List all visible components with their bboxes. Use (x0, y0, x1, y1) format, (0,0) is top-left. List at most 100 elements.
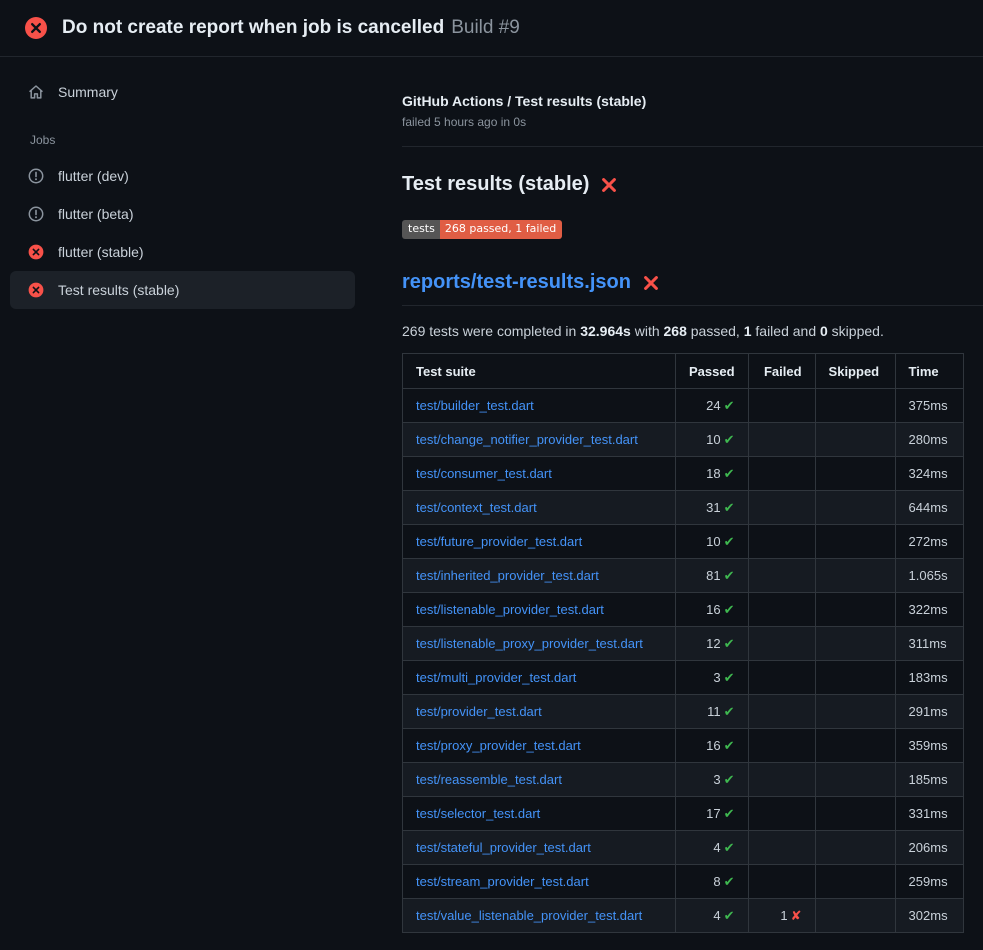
test-suite-link[interactable]: test/reassemble_test.dart (416, 772, 562, 787)
passed-count: 16 (706, 738, 720, 753)
sidebar-job-label: flutter (dev) (58, 168, 129, 184)
cross-icon: ✘ (791, 909, 802, 924)
time-cell: 359ms (895, 729, 963, 763)
test-suite-cell: test/provider_test.dart (403, 695, 676, 729)
sidebar-job-item[interactable]: flutter (stable) (10, 233, 355, 271)
check-icon: ✔ (724, 467, 735, 482)
summary-text: failed and (752, 323, 821, 339)
test-suite-cell: test/stateful_provider_test.dart (403, 831, 676, 865)
jobs-list: flutter (dev) flutter (beta) flutter (stab… (0, 157, 365, 309)
sidebar-job-label: flutter (stable) (58, 244, 144, 260)
section-heading: Test results (stable) (402, 173, 983, 196)
check-icon: ✔ (724, 535, 735, 550)
test-suite-link[interactable]: test/stream_provider_test.dart (416, 874, 589, 889)
passed-count: 4 (713, 840, 720, 855)
jobs-section-label: Jobs (0, 111, 365, 157)
time-cell: 1.065s (895, 559, 963, 593)
table-row: test/consumer_test.dart18✔324ms (403, 457, 964, 491)
time-cell: 311ms (895, 627, 963, 661)
test-suite-cell: test/value_listenable_provider_test.dart (403, 899, 676, 933)
report-heading: reports/test-results.json (402, 271, 983, 306)
test-suite-link[interactable]: test/listenable_provider_test.dart (416, 602, 604, 617)
test-suite-cell: test/inherited_provider_test.dart (403, 559, 676, 593)
test-suite-link[interactable]: test/change_notifier_provider_test.dart (416, 432, 638, 447)
test-suite-link[interactable]: test/inherited_provider_test.dart (416, 568, 599, 583)
test-suite-cell: test/future_provider_test.dart (403, 525, 676, 559)
summary-number: 268 (664, 323, 687, 339)
time-cell: 375ms (895, 389, 963, 423)
failed-cell (748, 797, 815, 831)
exclamation-circle-icon (28, 168, 44, 184)
check-run-title: Do not create report when job is cancell… (62, 17, 444, 38)
skipped-cell (815, 559, 895, 593)
sidebar-job-label: flutter (beta) (58, 206, 133, 222)
passed-cell: 18✔ (676, 457, 749, 491)
time-cell: 331ms (895, 797, 963, 831)
test-suite-link[interactable]: test/future_provider_test.dart (416, 534, 582, 549)
skipped-cell (815, 457, 895, 491)
failed-cell (748, 865, 815, 899)
x-circle-icon (28, 244, 44, 260)
passed-count: 81 (706, 568, 720, 583)
passed-count: 16 (706, 602, 720, 617)
exclamation-circle-icon (28, 206, 44, 222)
sidebar-item-summary[interactable]: Summary (10, 73, 355, 111)
badge-label: tests (402, 220, 440, 239)
passed-count: 4 (713, 908, 720, 923)
time-cell: 206ms (895, 831, 963, 865)
failed-cell (748, 661, 815, 695)
divider (402, 146, 983, 147)
test-suite-link[interactable]: test/provider_test.dart (416, 704, 542, 719)
summary-text: with (631, 323, 664, 339)
skipped-cell (815, 831, 895, 865)
passed-count: 8 (713, 874, 720, 889)
skipped-cell (815, 525, 895, 559)
failed-cell (748, 559, 815, 593)
column-header: Passed (676, 354, 749, 389)
time-cell: 280ms (895, 423, 963, 457)
skipped-cell (815, 593, 895, 627)
test-suite-cell: test/context_test.dart (403, 491, 676, 525)
sidebar-job-item[interactable]: flutter (dev) (10, 157, 355, 195)
table-row: test/multi_provider_test.dart3✔183ms (403, 661, 964, 695)
check-icon: ✔ (724, 909, 735, 924)
passed-cell: 16✔ (676, 593, 749, 627)
table-row: test/stateful_provider_test.dart4✔206ms (403, 831, 964, 865)
passed-count: 12 (706, 636, 720, 651)
test-suite-link[interactable]: test/proxy_provider_test.dart (416, 738, 581, 753)
time-cell: 259ms (895, 865, 963, 899)
table-row: test/context_test.dart31✔644ms (403, 491, 964, 525)
sidebar-job-item[interactable]: Test results (stable) (10, 271, 355, 309)
failed-cell (748, 457, 815, 491)
passed-cell: 10✔ (676, 423, 749, 457)
table-row: test/future_provider_test.dart10✔272ms (403, 525, 964, 559)
test-suite-link[interactable]: test/selector_test.dart (416, 806, 540, 821)
passed-count: 10 (706, 432, 720, 447)
table-row: test/reassemble_test.dart3✔185ms (403, 763, 964, 797)
table-row: test/value_listenable_provider_test.dart… (403, 899, 964, 933)
column-header: Time (895, 354, 963, 389)
sidebar-item-label: Summary (58, 84, 118, 100)
skipped-cell (815, 729, 895, 763)
results-table-body: test/builder_test.dart24✔375mstest/chang… (403, 389, 964, 933)
test-suite-link[interactable]: test/consumer_test.dart (416, 466, 552, 481)
report-link[interactable]: reports/test-results.json (402, 271, 631, 293)
check-icon: ✔ (724, 569, 735, 584)
test-suite-link[interactable]: test/multi_provider_test.dart (416, 670, 576, 685)
test-summary: 269 tests were completed in 32.964s with… (402, 323, 983, 339)
skipped-cell (815, 763, 895, 797)
check-icon: ✔ (724, 875, 735, 890)
test-suite-link[interactable]: test/context_test.dart (416, 500, 537, 515)
test-suite-link[interactable]: test/stateful_provider_test.dart (416, 840, 591, 855)
passed-count: 17 (706, 806, 720, 821)
test-suite-link[interactable]: test/builder_test.dart (416, 398, 534, 413)
test-suite-link[interactable]: test/listenable_proxy_provider_test.dart (416, 636, 643, 651)
test-suite-link[interactable]: test/value_listenable_provider_test.dart (416, 908, 642, 923)
test-suite-cell: test/listenable_proxy_provider_test.dart (403, 627, 676, 661)
passed-count: 3 (713, 670, 720, 685)
failed-cell (748, 831, 815, 865)
check-run-titles: Do not create report when job is cancell… (62, 17, 520, 39)
passed-cell: 3✔ (676, 661, 749, 695)
sidebar-job-item[interactable]: flutter (beta) (10, 195, 355, 233)
table-header-row: Test suitePassedFailedSkippedTime (403, 354, 964, 389)
